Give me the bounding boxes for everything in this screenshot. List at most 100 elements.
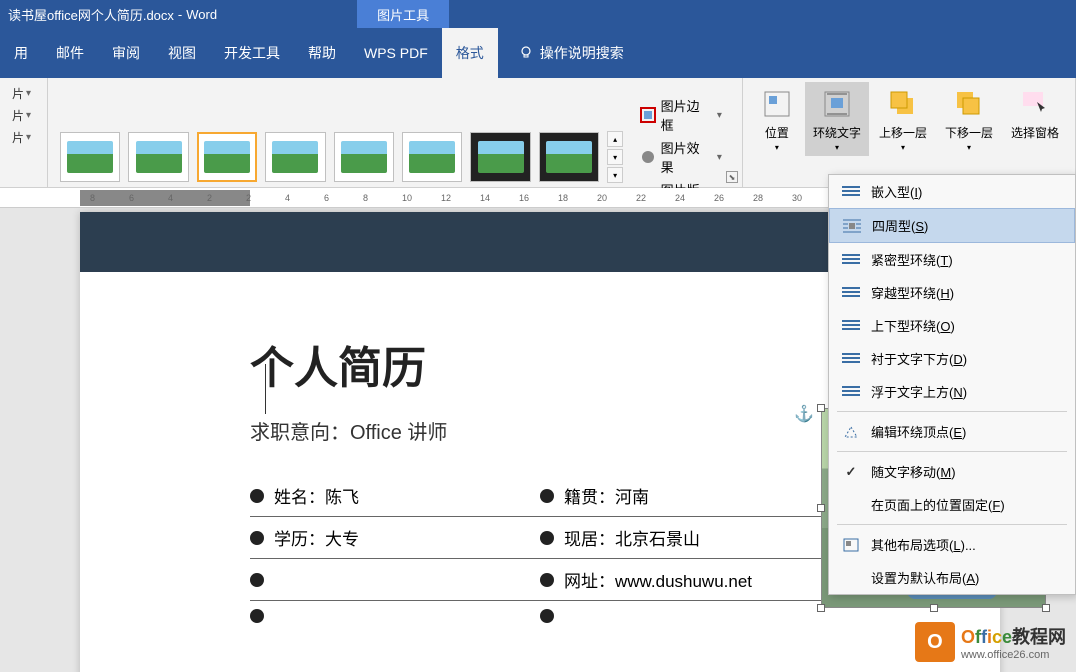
border-icon — [639, 106, 656, 124]
ruler-tick: 6 — [324, 193, 329, 203]
tell-me-search[interactable]: 操作说明搜索 — [518, 43, 624, 63]
watermark-badge-icon: O — [915, 622, 955, 662]
wrap-square[interactable]: 四周型(S) — [829, 208, 1075, 243]
ruler-tick: 16 — [519, 193, 529, 203]
fix-position[interactable]: 在页面上的位置固定(F) — [829, 488, 1075, 521]
check-icon: ✓ — [841, 465, 861, 479]
tab-references[interactable]: 用 — [0, 28, 42, 78]
style-thumb-2[interactable] — [128, 132, 188, 182]
wrap-through[interactable]: 穿越型环绕(H) — [829, 276, 1075, 309]
move-with-text[interactable]: ✓ 随文字移动(M) — [829, 455, 1075, 488]
title-bar: 读书屋office网个人简历.docx - Word 图片工具 — [0, 0, 1076, 28]
watermark: O Office教程网 www.office26.com — [915, 622, 1066, 662]
wrap-behind-text[interactable]: 衬于文字下方(D) — [829, 342, 1075, 375]
more-layout-options[interactable]: 其他布局选项(L)... — [829, 528, 1075, 561]
send-backward-button[interactable]: 下移一层▾ — [937, 82, 1001, 156]
wrap-inline[interactable]: 嵌入型(I) — [829, 175, 1075, 208]
table-row[interactable] — [250, 601, 830, 631]
tab-mailings[interactable]: 邮件 — [42, 28, 98, 78]
ruler-tick: 22 — [636, 193, 646, 203]
ribbon-group-adjust: 片 片 片 — [0, 78, 48, 187]
cell-residence: 现居：北京石景山 — [564, 525, 700, 550]
table-row[interactable]: 姓名：陈飞 籍贯：河南 — [250, 475, 830, 517]
table-row[interactable]: 网址：www.dushuwu.net — [250, 559, 830, 601]
style-thumb-5[interactable] — [334, 132, 394, 182]
tab-format[interactable]: 格式 — [442, 28, 498, 78]
wrap-text-label: 环绕文字 — [813, 124, 861, 141]
tab-developer[interactable]: 开发工具 — [210, 28, 294, 78]
dialog-launcher-icon[interactable]: ⬊ — [726, 171, 738, 183]
set-default-layout[interactable]: 设置为默认布局(A) — [829, 561, 1075, 594]
picture-border-label: 图片边框 — [661, 96, 711, 134]
resume-subtitle[interactable]: 求职意向：Office 讲师 — [250, 416, 830, 445]
resize-handle-br[interactable] — [1042, 604, 1050, 612]
subtitle-label: 求职意向： — [250, 422, 350, 444]
ribbon-tabs: 用 邮件 审阅 视图 开发工具 帮助 WPS PDF 格式 操作说明搜索 — [0, 28, 1076, 78]
tab-help[interactable]: 帮助 — [294, 28, 350, 78]
adjust-btn-3[interactable]: 片 — [8, 126, 39, 148]
adjust-btn-1[interactable]: 片 — [8, 82, 39, 104]
tell-me-label: 操作说明搜索 — [540, 43, 624, 63]
wrap-front-icon — [841, 385, 861, 399]
wrap-top-bottom[interactable]: 上下型环绕(O) — [829, 309, 1075, 342]
edit-wrap-points[interactable]: 编辑环绕顶点(E) — [829, 415, 1075, 448]
ruler-tick: 24 — [675, 193, 685, 203]
ruler-tick: 10 — [402, 193, 412, 203]
ruler-tick: 14 — [480, 193, 490, 203]
ruler-tick: 18 — [558, 193, 568, 203]
position-label: 位置 — [765, 124, 789, 141]
adjust-btn-2[interactable]: 片 — [8, 104, 39, 126]
resize-handle-ml[interactable] — [817, 504, 825, 512]
resume-title[interactable]: 个人简历 — [250, 332, 830, 396]
ruler-tick: 8 — [90, 193, 95, 203]
bullet-icon — [250, 489, 264, 503]
wrap-inline-icon — [841, 185, 861, 199]
style-thumb-7[interactable] — [470, 132, 530, 182]
bring-forward-button[interactable]: 上移一层▾ — [871, 82, 935, 156]
wrap-text-button[interactable]: 环绕文字▾ — [805, 82, 869, 156]
contextual-tab-label: 图片工具 — [357, 0, 449, 28]
tab-review[interactable]: 审阅 — [98, 28, 154, 78]
selection-pane-button[interactable]: 选择窗格 — [1003, 82, 1067, 145]
ruler-tick: 2 — [207, 193, 212, 203]
style-thumb-3[interactable] — [197, 132, 257, 182]
style-thumb-4[interactable] — [265, 132, 325, 182]
style-thumb-8[interactable] — [539, 132, 599, 182]
selection-pane-icon — [1017, 86, 1053, 122]
text-cursor — [265, 364, 266, 414]
table-row[interactable]: 学历：大专 现居：北京石景山 — [250, 517, 830, 559]
tab-wps-pdf[interactable]: WPS PDF — [350, 28, 442, 78]
style-thumb-1[interactable] — [60, 132, 120, 182]
ruler-tick: 6 — [129, 193, 134, 203]
resize-handle-bl[interactable] — [817, 604, 825, 612]
wrap-behind-icon — [841, 352, 861, 366]
ruler-tick: 20 — [597, 193, 607, 203]
position-icon — [759, 86, 795, 122]
resize-handle-tl[interactable] — [817, 404, 825, 412]
bring-forward-label: 上移一层 — [879, 124, 927, 141]
ribbon-group-picture-styles: ▴ ▾ ▾ 图片边框 图片效果 图片版式 图片样式 ⬊ — [48, 78, 743, 187]
ruler-tick: 30 — [792, 193, 802, 203]
ruler-tick: 2 — [246, 193, 251, 203]
wrap-tight[interactable]: 紧密型环绕(T) — [829, 243, 1075, 276]
style-thumb-6[interactable] — [402, 132, 462, 182]
bullet-icon — [540, 531, 554, 545]
gallery-more-icon[interactable]: ▾ — [607, 167, 623, 183]
bring-forward-icon — [885, 86, 921, 122]
wrap-topbottom-icon — [841, 319, 861, 333]
position-button[interactable]: 位置▾ — [751, 82, 803, 156]
blank-icon — [841, 571, 861, 585]
picture-border-button[interactable]: 图片边框 — [639, 96, 722, 134]
app-name: Word — [186, 7, 217, 22]
tab-view[interactable]: 视图 — [154, 28, 210, 78]
effects-icon — [639, 148, 656, 166]
cell-origin: 籍贯：河南 — [564, 483, 649, 508]
bullet-icon — [540, 573, 554, 587]
gallery-up-icon[interactable]: ▴ — [607, 131, 623, 147]
resize-handle-bm[interactable] — [930, 604, 938, 612]
edit-wrap-icon — [841, 425, 861, 439]
anchor-icon: ⚓ — [794, 404, 814, 424]
picture-effects-button[interactable]: 图片效果 — [639, 138, 722, 176]
wrap-front-text[interactable]: 浮于文字上方(N) — [829, 375, 1075, 408]
gallery-down-icon[interactable]: ▾ — [607, 149, 623, 165]
